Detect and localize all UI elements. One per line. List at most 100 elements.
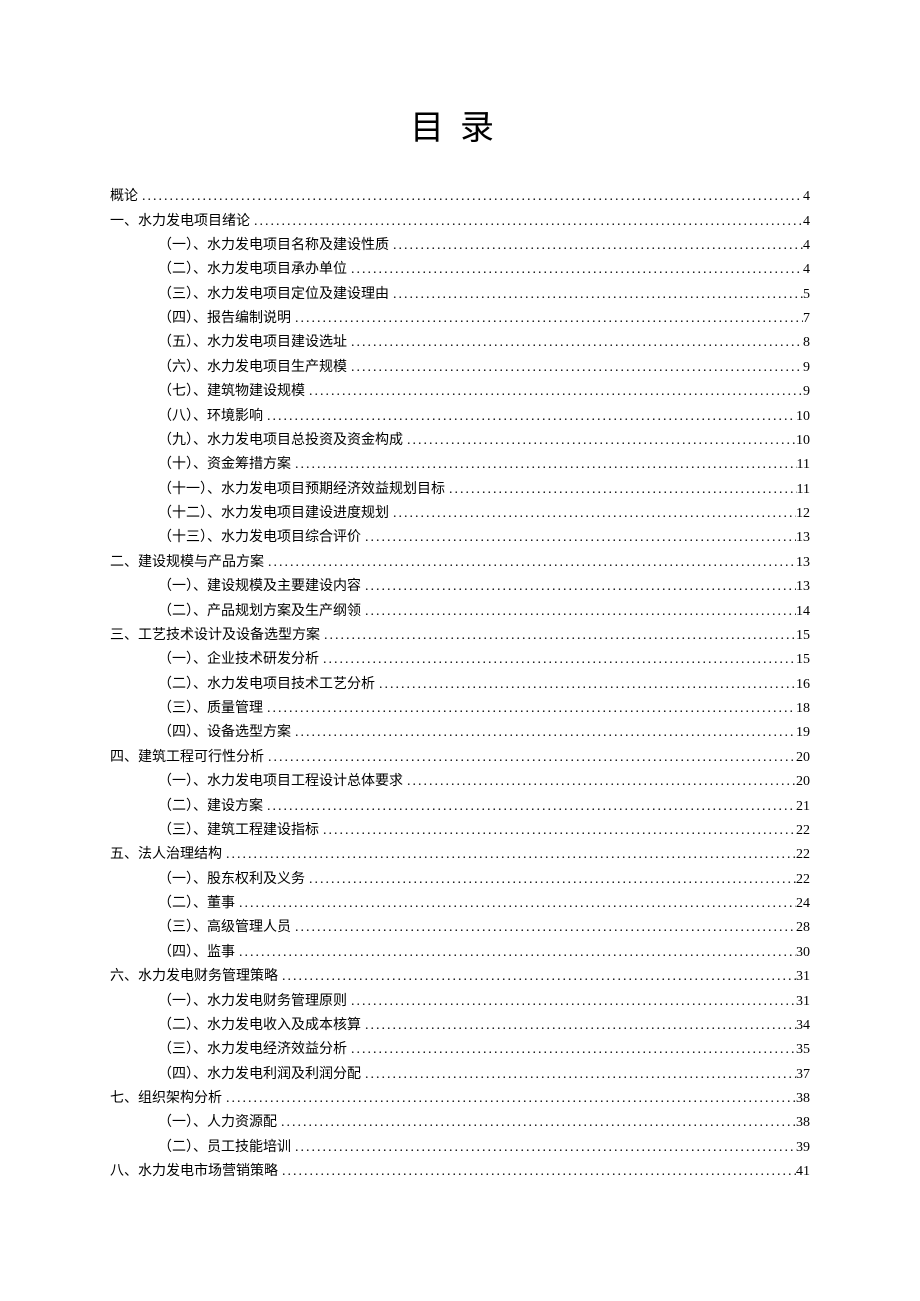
toc-entry: （四）、水力发电利润及利润分配37	[110, 1063, 810, 1087]
toc-leader-dots	[291, 921, 796, 935]
toc-leader-dots	[291, 458, 797, 472]
toc-entry-label: 四、建筑工程可行性分析	[110, 751, 264, 765]
toc-leader-dots	[361, 1019, 796, 1033]
toc-leader-dots	[389, 239, 803, 253]
toc-leader-dots	[250, 215, 803, 229]
toc-entry-label: （三）、建筑工程建设指标	[158, 824, 319, 838]
toc-entry-page: 22	[796, 824, 810, 838]
toc-entry-label: （四）、监事	[158, 946, 235, 960]
toc-leader-dots	[319, 653, 796, 667]
toc-entry: （八）、环境影响10	[110, 404, 810, 428]
toc-leader-dots	[445, 483, 797, 497]
toc-leader-dots	[263, 410, 796, 424]
toc-entry-label: （十三）、水力发电项目综合评价	[158, 531, 361, 545]
toc-entry-label: （二）、水力发电收入及成本核算	[158, 1019, 361, 1033]
toc-entry-page: 11	[797, 483, 810, 497]
toc-entry-label: 六、水力发电财务管理策略	[110, 970, 278, 984]
toc-leader-dots	[291, 312, 803, 326]
toc-entry-page: 5	[803, 288, 810, 302]
toc-entry: （二）、水力发电项目承办单位 4	[110, 258, 810, 282]
toc-entry-page: 24	[796, 897, 810, 911]
toc-entry-page: 4	[803, 263, 810, 277]
toc-entry-label: （十一）、水力发电项目预期经济效益规划目标	[158, 483, 445, 497]
toc-entry: （一）、水力发电财务管理原则31	[110, 989, 810, 1013]
toc-leader-dots	[263, 702, 796, 716]
toc-entry-page: 4	[803, 190, 810, 204]
toc-entry-label: （三）、高级管理人员	[158, 921, 291, 935]
toc-entry-label: （十二）、水力发电项目建设进度规划	[158, 507, 389, 521]
toc-entry-page: 14	[796, 605, 810, 619]
toc-leader-dots	[347, 1043, 796, 1057]
toc-leader-dots	[235, 897, 796, 911]
toc-entry-page: 20	[796, 775, 810, 789]
toc-leader-dots	[305, 385, 803, 399]
toc-entry-label: （二）、员工技能培训	[158, 1141, 291, 1155]
toc-leader-dots	[347, 361, 803, 375]
toc-leader-dots	[361, 531, 796, 545]
toc-entry: （四）、监事30	[110, 941, 810, 965]
toc-entry-label: 一、水力发电项目绪论	[110, 215, 250, 229]
toc-entry-page: 28	[796, 921, 810, 935]
toc-entry-page: 39	[796, 1141, 810, 1155]
toc-entry: （一）、企业技术研发分析15	[110, 648, 810, 672]
toc-leader-dots	[235, 946, 796, 960]
toc-entry-page: 34	[796, 1019, 810, 1033]
toc-entry: 七、组织架构分析38	[110, 1087, 810, 1111]
toc-entry: （二）、董事24	[110, 892, 810, 916]
toc-entry: （十）、资金筹措方案11	[110, 453, 810, 477]
toc-entry-label: （三）、水力发电经济效益分析	[158, 1043, 347, 1057]
toc-leader-dots	[278, 970, 796, 984]
toc-entry: （十三）、水力发电项目综合评价13	[110, 526, 810, 550]
toc-entry: （三）、高级管理人员 28	[110, 916, 810, 940]
toc-leader-dots	[320, 629, 796, 643]
toc-entry: （一）、水力发电项目工程设计总体要求20	[110, 770, 810, 794]
toc-entry: （一）、人力资源配38	[110, 1111, 810, 1135]
toc-entry: （二）、产品规划方案及生产纲领 14	[110, 599, 810, 623]
toc-entry-page: 13	[796, 580, 810, 594]
toc-entry-page: 15	[796, 629, 810, 643]
toc-leader-dots	[361, 580, 796, 594]
toc-entry-label: 三、工艺技术设计及设备选型方案	[110, 629, 320, 643]
toc-entry-label: （一）、人力资源配	[158, 1116, 277, 1130]
toc-leader-dots	[222, 848, 796, 862]
toc-entry-page: 13	[796, 556, 810, 570]
toc-entry: （三）、水力发电项目定位及建设理由5	[110, 283, 810, 307]
toc-leader-dots	[375, 678, 796, 692]
toc-entry-page: 21	[796, 800, 810, 814]
toc-entry-page: 16	[796, 678, 810, 692]
toc-entry-label: （十）、资金筹措方案	[158, 458, 291, 472]
toc-leader-dots	[361, 605, 796, 619]
toc-entry-label: （二）、水力发电项目技术工艺分析	[158, 678, 375, 692]
toc-entry: （九）、水力发电项目总投资及资金构成10	[110, 429, 810, 453]
toc-entry-label: （二）、产品规划方案及生产纲领	[158, 605, 361, 619]
toc-entry-page: 9	[803, 385, 810, 399]
toc-entry: （二）、员工技能培训 39	[110, 1136, 810, 1160]
toc-entry: （四）、设备选型方案19	[110, 721, 810, 745]
toc-entry-label: （一）、水力发电财务管理原则	[158, 995, 347, 1009]
toc-entry: （十一）、水力发电项目预期经济效益规划目标 11	[110, 478, 810, 502]
toc-entry-page: 19	[796, 726, 810, 740]
toc-entry-label: （二）、建设方案	[158, 800, 263, 814]
toc-entry-label: （二）、水力发电项目承办单位	[158, 263, 347, 277]
toc-entry-page: 20	[796, 751, 810, 765]
toc-entry: （二）、建设方案 21	[110, 794, 810, 818]
toc-entry-page: 8	[803, 336, 810, 350]
document-page: 目录 概论4一、水力发电项目绪论4（一）、水力发电项目名称及建设性质4（二）、水…	[0, 0, 920, 1301]
toc-entry: 八、水力发电市场营销策略41	[110, 1160, 810, 1184]
toc-entry-label: 五、法人治理结构	[110, 848, 222, 862]
toc-entry-label: （八）、环境影响	[158, 410, 263, 424]
toc-leader-dots	[319, 824, 796, 838]
toc-entry: （三）、水力发电经济效益分析35	[110, 1038, 810, 1062]
toc-entry-label: 二、建设规模与产品方案	[110, 556, 264, 570]
toc-entry: 六、水力发电财务管理策略 31	[110, 965, 810, 989]
toc-leader-dots	[291, 1141, 796, 1155]
toc-entry-page: 9	[803, 361, 810, 375]
toc-entry-label: （四）、报告编制说明	[158, 312, 291, 326]
toc-entry-page: 41	[796, 1165, 810, 1179]
toc-entry-label: （七）、建筑物建设规模	[158, 385, 305, 399]
toc-entry-page: 31	[796, 970, 810, 984]
toc-entry: 二、建设规模与产品方案 13	[110, 551, 810, 575]
toc-leader-dots	[305, 873, 796, 887]
toc-entry-label: （一）、企业技术研发分析	[158, 653, 319, 667]
toc-leader-dots	[291, 726, 796, 740]
